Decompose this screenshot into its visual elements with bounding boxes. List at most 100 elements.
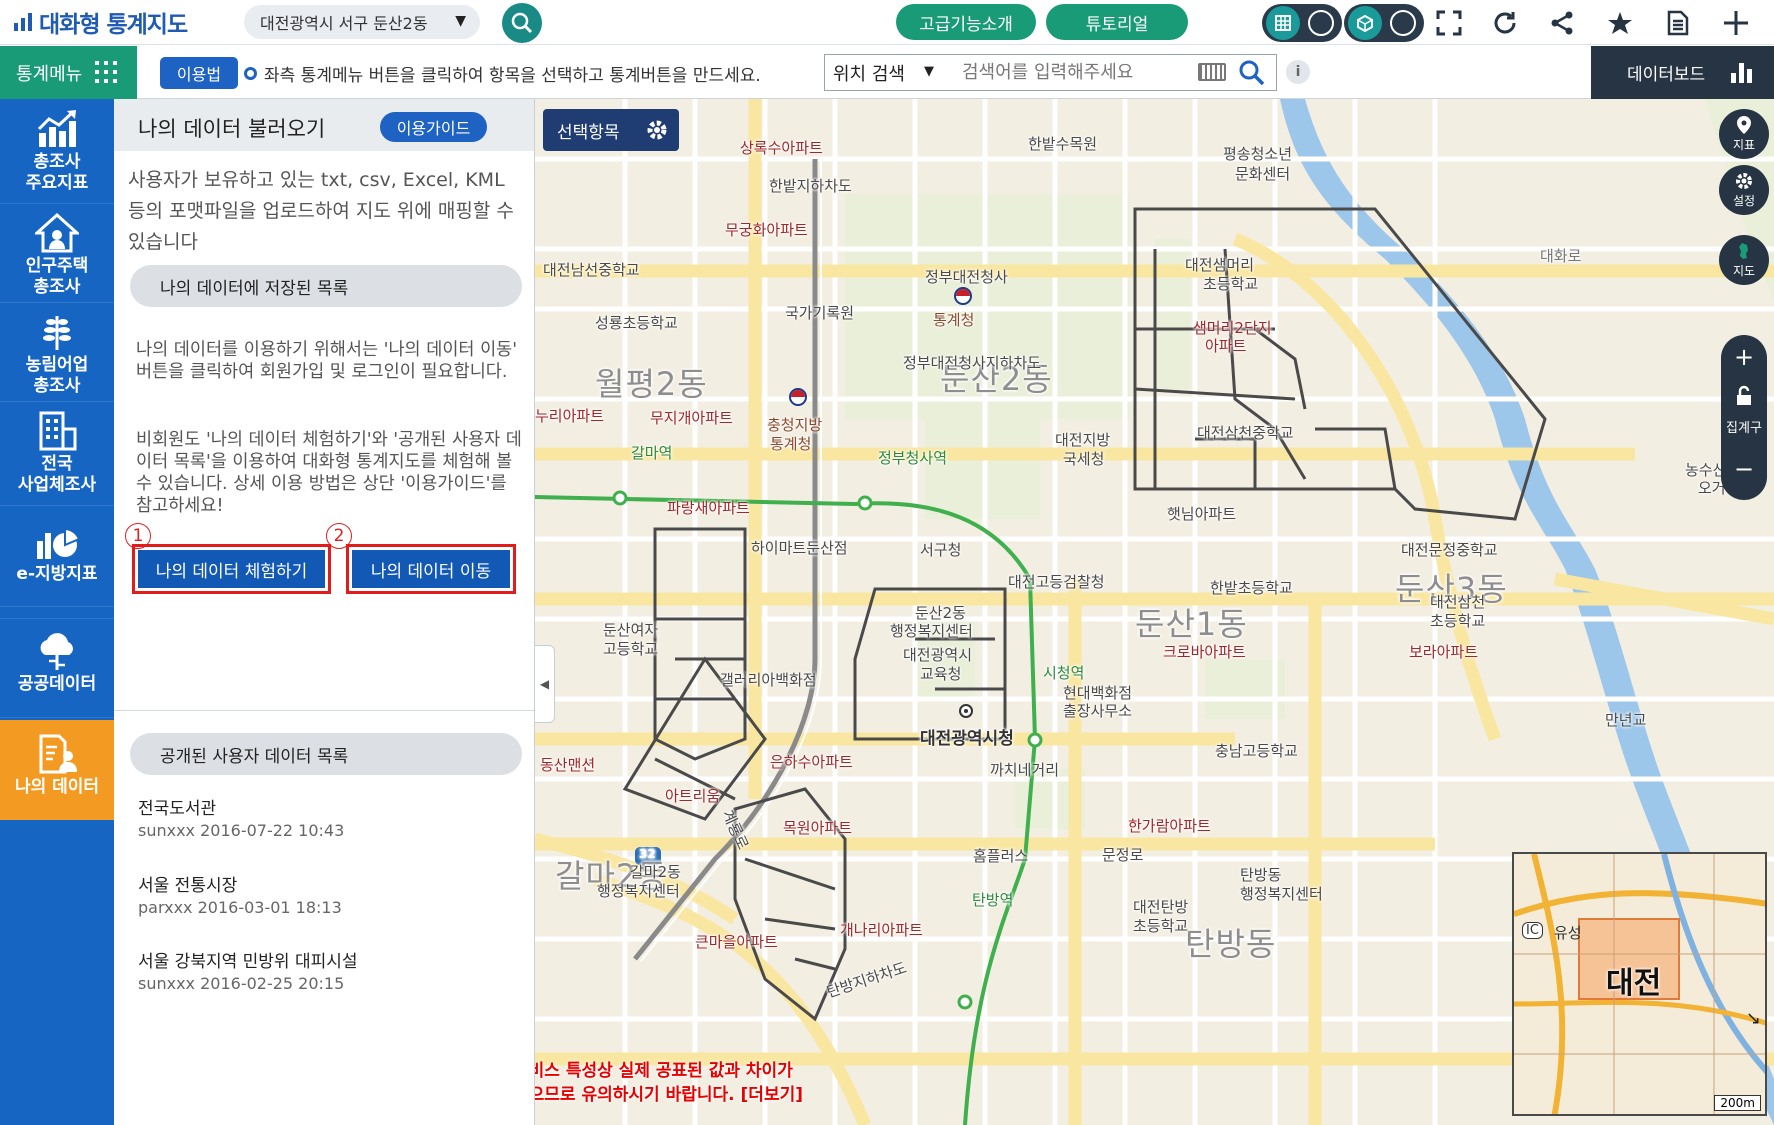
region-search-button[interactable] (502, 3, 542, 43)
map-label: 크로바아파트 (1163, 643, 1246, 661)
list-item[interactable]: 서울 전통시장 parxxx 2016-03-01 18:13 (138, 876, 518, 918)
panel-collapse-toggle[interactable]: ◀ (535, 645, 555, 723)
map-type-label: 지도 (1732, 264, 1756, 278)
advanced-features-button[interactable]: 고급기능소개 (896, 4, 1036, 40)
usage-guide-button[interactable]: 이용가이드 (380, 112, 487, 142)
circle-icon[interactable] (1390, 10, 1416, 36)
station-label: 정부청사역 (878, 449, 948, 467)
zoom-control: + 집계구 − (1721, 335, 1767, 500)
panel-description: 사용자가 보유하고 있는 txt, csv, Excel, KML 등의 포맷파… (128, 169, 514, 253)
stat-menu-label: 통계메뉴 (16, 63, 83, 85)
chart-bars-icon (14, 13, 32, 31)
nav-item-business-survey[interactable]: 전국 사업체조사 (0, 403, 114, 506)
map-label: 대전삼천중학교 (1197, 424, 1294, 442)
map-label: 통계청 (933, 311, 975, 329)
howto-button[interactable]: 이용법 (160, 57, 238, 89)
move-my-data-button[interactable]: 나의 데이터 이동 (352, 550, 510, 588)
document-icon[interactable] (1663, 8, 1693, 38)
nav-item-e-local-indicators[interactable]: e-지방지표 (0, 507, 114, 607)
list-item[interactable]: 서울 강북지역 민방위 대피시설 sunxxx 2016-02-25 20:15 (138, 952, 518, 994)
search-input[interactable] (942, 54, 1277, 91)
map-label: 대전남선중학교 (543, 261, 640, 279)
map-label: 대전문정중학교 (1401, 541, 1498, 559)
map-label: 충남고등학교 (1215, 742, 1298, 760)
indicator-control[interactable]: 지표 (1719, 109, 1769, 159)
chart-up-icon (37, 110, 76, 147)
road-label: 정부대전청사지하차도 (903, 354, 1042, 372)
map-label: 성룡초등학교 (595, 314, 678, 332)
databoard-button[interactable]: 데이터보드 (1591, 46, 1774, 99)
select-items-button[interactable]: 선택항목 (543, 109, 679, 151)
cloud-tree-icon (40, 633, 73, 670)
star-icon[interactable] (1605, 8, 1635, 38)
view-toggle-3d[interactable] (1344, 4, 1424, 42)
map-label: 상록수아파트 (740, 139, 823, 157)
map-label: 아트리움 (665, 787, 721, 805)
expand-arrow-icon[interactable]: ↘ (1746, 1008, 1761, 1029)
map-label: 보라아파트 (1409, 643, 1479, 661)
location-search-select[interactable]: 위치 검색 ▼ (824, 54, 943, 91)
stat-menu-button[interactable]: 통계메뉴 (0, 46, 137, 99)
grid-icon[interactable] (1266, 6, 1300, 40)
minimap[interactable]: IC 유성 대전 ↘ 200m (1512, 852, 1767, 1116)
refresh-icon[interactable] (1490, 8, 1520, 38)
list-item-title: 서울 강북지역 민방위 대피시설 (138, 952, 358, 972)
nav-item-public-data[interactable]: 공공데이터 (0, 618, 114, 718)
zoom-in-button[interactable]: + (1721, 343, 1767, 371)
guide-text: 좌측 통계메뉴 버튼을 클릭하여 항목을 선택하고 통계버튼을 만드세요. (244, 61, 761, 86)
try-my-data-button[interactable]: 나의 데이터 체험하기 (138, 550, 325, 588)
login-info-text: 나의 데이터를 이용하기 위해서는 '나의 데이터 이동' 버튼을 클릭하여 회… (136, 340, 518, 382)
lock-icon[interactable] (1721, 385, 1767, 411)
map-label: 큰마을아파트 (695, 933, 778, 951)
guide-text-label: 좌측 통계메뉴 버튼을 클릭하여 항목을 선택하고 통계버튼을 만드세요. (264, 66, 761, 86)
minimap-city-label: 대전 (1606, 966, 1662, 1001)
notice-text[interactable]: 서비스 특성상 실제 공표된 값과 차이가 있으므로 유의하시기 바랍니다. [… (535, 1059, 803, 1107)
map-label: 문화센터 (1235, 165, 1291, 183)
nav-item-agriculture-census[interactable]: 농림어업 총조사 (0, 304, 114, 402)
bar-chart-icon (1731, 63, 1752, 83)
nav-item-my-data[interactable]: 나의 데이터 (0, 720, 114, 820)
region-select[interactable]: 대전광역시 서구 둔산2동 ▼ (244, 5, 480, 39)
search-button[interactable] (1238, 59, 1266, 87)
map-type-control[interactable]: 지도 (1719, 235, 1769, 285)
public-list-header[interactable]: 공개된 사용자 데이터 목록 (130, 733, 522, 775)
saved-list-header[interactable]: 나의 데이터에 저장된 목록 (130, 265, 522, 307)
nav-item-population-census[interactable]: 인구주택 총조사 (0, 205, 114, 303)
tutorial-button[interactable]: 튜토리얼 (1046, 4, 1188, 40)
map-label: 초등학교 (1203, 275, 1259, 293)
list-item-title: 전국도서관 (138, 799, 217, 819)
list-item[interactable]: 전국도서관 sunxxx 2016-07-22 10:43 (138, 799, 518, 841)
map-label: 행정복지센터 (890, 622, 973, 640)
keyboard-icon[interactable] (1198, 63, 1226, 81)
zoom-out-button[interactable]: − (1721, 455, 1767, 483)
list-item-meta: sunxxx 2016-07-22 10:43 (138, 821, 345, 840)
region-select-value: 대전광역시 서구 둔산2동 (260, 14, 428, 33)
cityhall-marker-icon (959, 704, 973, 718)
try-button-highlight: 나의 데이터 체험하기 (132, 544, 331, 594)
dong-label: 둔산1동 (1135, 605, 1248, 643)
guest-info-text: 비회원도 '나의 데이터 체험하기'와 '공개된 사용자 데이터 목록'을 이용… (136, 430, 522, 516)
panel-header: 나의 데이터 불러오기 이용가이드 (114, 99, 534, 151)
info-icon[interactable]: i (1286, 60, 1310, 84)
list-item-title: 서울 전통시장 (138, 876, 238, 896)
map-label: 대전광역시청 (920, 729, 1014, 749)
fullscreen-icon[interactable] (1434, 8, 1464, 38)
settings-control[interactable]: 설정 (1719, 165, 1769, 215)
dong-label: 탄방동 (1185, 925, 1277, 963)
circle-icon[interactable] (1308, 10, 1334, 36)
map-label: 무지개아파트 (650, 409, 733, 427)
nav-item-census-indicators[interactable]: 총조사 주요지표 (0, 99, 114, 204)
cube-icon[interactable] (1348, 6, 1382, 40)
station-label: 시청역 (1043, 664, 1085, 682)
station-label: 탄방역 (972, 891, 1014, 909)
scale-bar: 200m (1714, 1095, 1761, 1111)
map-view[interactable]: 둔산2동 월평2동 둔산1동 둔산3동 갈마2동 탄방동 상록수아파트 한밭수목… (535, 99, 1774, 1125)
nav-label: e-지방지표 (16, 564, 98, 584)
plus-icon[interactable] (1721, 8, 1751, 38)
share-icon[interactable] (1547, 8, 1577, 38)
view-toggle-grid[interactable] (1262, 4, 1342, 42)
app-logo[interactable]: 대화형 통계지도 (14, 7, 188, 38)
app-title: 대화형 통계지도 (39, 12, 188, 38)
building-icon (39, 411, 77, 451)
nav-label: 전국 (41, 454, 73, 474)
